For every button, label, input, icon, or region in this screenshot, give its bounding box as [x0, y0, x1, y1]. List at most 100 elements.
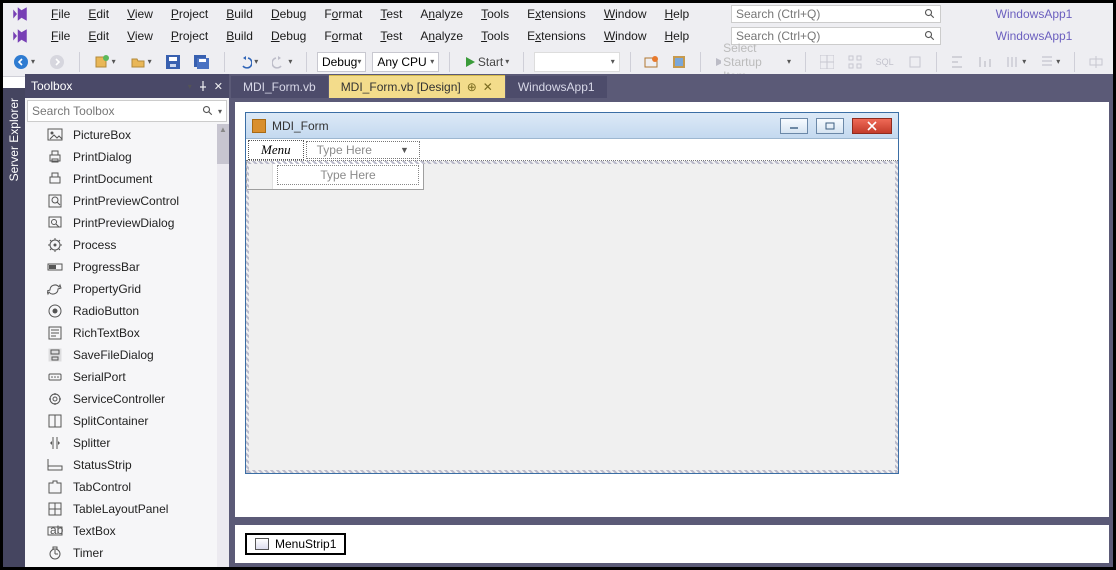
toolbox-search-dd[interactable]: ▾	[218, 107, 222, 116]
menu-project-2[interactable]: Project	[171, 29, 208, 43]
toolbox-item-statusstrip[interactable]: StatusStrip	[25, 454, 229, 476]
toolbox-item-textbox[interactable]: abTextBox	[25, 520, 229, 542]
menu-tools[interactable]: Tools	[481, 7, 509, 21]
menu-project[interactable]: Project	[171, 7, 208, 21]
menu-view-2[interactable]: View	[127, 29, 153, 43]
platform-combo[interactable]: Any CPU▾	[372, 52, 439, 72]
tb-icon-1[interactable]	[640, 53, 662, 71]
align-icon-1[interactable]	[946, 53, 968, 71]
menu-dropdown[interactable]: Type Here	[246, 161, 424, 190]
save-button[interactable]	[162, 53, 184, 71]
menu-extensions-2[interactable]: Extensions	[527, 29, 586, 43]
scrollbar-track[interactable]	[217, 124, 229, 567]
toolbox-item-tablelayoutpanel[interactable]: TableLayoutPanel	[25, 498, 229, 520]
scrollbar-thumb[interactable]: ▲	[217, 124, 229, 164]
toolbox-search[interactable]: Search Toolbox ▾	[27, 100, 227, 122]
minimize-button[interactable]	[780, 118, 808, 134]
server-explorer-collapsed[interactable]: Server Explorer	[3, 88, 25, 567]
menustrip[interactable]: Menu Type Here▼	[246, 139, 898, 161]
toolbox-item-serialport[interactable]: SerialPort	[25, 366, 229, 388]
menu-analyze-2[interactable]: Analyze	[420, 29, 463, 43]
close-icon[interactable]: ✕	[214, 80, 223, 93]
toolbox-item-printpreviewcontrol[interactable]: PrintPreviewControl	[25, 190, 229, 212]
menu-analyze[interactable]: Analyze	[420, 7, 463, 21]
menu-view[interactable]: View	[127, 7, 153, 21]
menu-debug[interactable]: Debug	[271, 7, 306, 21]
redo-button[interactable]: ▾	[268, 53, 296, 71]
toolbox-item-progressbar[interactable]: ProgressBar	[25, 256, 229, 278]
new-project-button[interactable]: ▾	[90, 52, 120, 72]
tab-close-icon[interactable]: ✕	[483, 80, 493, 94]
tab-mdiform-vb[interactable]: MDI_Form.vb	[231, 76, 328, 98]
toolbox-item-process[interactable]: Process	[25, 234, 229, 256]
menu-window-2[interactable]: Window	[604, 29, 647, 43]
menu-item-menu[interactable]: Menu	[248, 140, 304, 160]
toolbox-item-printpreviewdialog[interactable]: PrintPreviewDialog	[25, 212, 229, 234]
nav-fwd-button[interactable]	[45, 52, 69, 72]
config-combo[interactable]: Debug▾	[317, 52, 366, 72]
align-icon-5[interactable]	[1085, 53, 1107, 71]
menu-build-2[interactable]: Build	[226, 29, 253, 43]
toolbox-item-printdocument[interactable]: PrintDocument	[25, 168, 229, 190]
align-icon-2[interactable]	[974, 53, 996, 71]
tray-item-menustrip1[interactable]: MenuStrip1	[245, 533, 346, 555]
menu-format[interactable]: Format	[324, 7, 362, 21]
nav-back-button[interactable]: ▾	[9, 52, 39, 72]
tab-pin-icon[interactable]: ⊕	[467, 80, 477, 94]
component-tray[interactable]: MenuStrip1	[235, 521, 1109, 563]
menu-edit[interactable]: Edit	[88, 7, 109, 21]
start-button[interactable]: Start▾	[460, 53, 513, 71]
open-button[interactable]: ▾	[126, 52, 156, 72]
layout-icon-1[interactable]	[816, 53, 838, 71]
form-preview[interactable]: MDI_Form Menu Type Here▼ Typ	[245, 112, 899, 474]
toolbox-item-propertygrid[interactable]: PropertyGrid	[25, 278, 229, 300]
menu-file-2[interactable]: File	[51, 29, 70, 43]
maximize-button[interactable]	[816, 118, 844, 134]
toolbox-item-splitcontainer[interactable]: SplitContainer	[25, 410, 229, 432]
toolbox-dropdown-icon[interactable]: ▾	[188, 82, 192, 91]
toolbox-item-savefiledialog[interactable]: SaveFileDialog	[25, 344, 229, 366]
menu-type-here-top[interactable]: Type Here▼	[306, 141, 420, 159]
toolbox-item-servicecontroller[interactable]: ServiceController	[25, 388, 229, 410]
align-icon-4[interactable]: ▾	[1036, 53, 1064, 71]
pin-icon[interactable]	[198, 81, 208, 91]
toolbox-item-label: RadioButton	[73, 304, 139, 318]
menu-format-2[interactable]: Format	[324, 29, 362, 43]
menu-edit-2[interactable]: Edit	[88, 29, 109, 43]
menubar-row-2: File Edit View Project Build Debug Forma…	[3, 25, 1113, 47]
menu-debug-2[interactable]: Debug	[271, 29, 306, 43]
toolbox-item-richtextbox[interactable]: RichTextBox	[25, 322, 229, 344]
chevron-down-icon[interactable]: ▼	[400, 145, 409, 155]
tb-icon-2[interactable]	[668, 53, 690, 71]
save-all-button[interactable]	[190, 53, 214, 71]
tab-mdiform-design[interactable]: MDI_Form.vb [Design] ⊕ ✕	[329, 75, 505, 98]
undo-button[interactable]: ▾	[234, 53, 262, 71]
menu-tools-2[interactable]: Tools	[481, 29, 509, 43]
layout-icon-sql[interactable]: SQL	[872, 55, 898, 69]
toolbox-item-printdialog[interactable]: PrintDialog	[25, 146, 229, 168]
process-combo[interactable]: ▾	[534, 52, 620, 72]
menu-extensions[interactable]: Extensions	[527, 7, 586, 21]
toolbox-item-radiobutton[interactable]: RadioButton	[25, 300, 229, 322]
menu-help[interactable]: Help	[665, 7, 690, 21]
menu-help-2[interactable]: Help	[665, 29, 690, 43]
form-body[interactable]: Menu Type Here▼ Type Here	[246, 139, 898, 473]
toolbox-item-picturebox[interactable]: PictureBox	[25, 124, 229, 146]
menu-test[interactable]: Test	[380, 7, 402, 21]
toolbox-item-splitter[interactable]: Splitter	[25, 432, 229, 454]
designer-surface[interactable]: MDI_Form Menu Type Here▼ Typ	[235, 102, 1109, 517]
toolbox-item-timer[interactable]: Timer	[25, 542, 229, 564]
toolbox-item-tabcontrol[interactable]: TabControl	[25, 476, 229, 498]
layout-icon-2[interactable]	[844, 53, 866, 71]
menu-test-2[interactable]: Test	[380, 29, 402, 43]
savefiledialog-icon	[47, 347, 63, 363]
align-icon-3[interactable]: ▾	[1002, 53, 1030, 71]
menu-build[interactable]: Build	[226, 7, 253, 21]
search-box-1[interactable]: Search (Ctrl+Q)	[731, 5, 941, 23]
layout-icon-3[interactable]	[904, 53, 926, 71]
menu-file[interactable]: File	[51, 7, 70, 21]
menu-type-here-drop[interactable]: Type Here	[277, 165, 419, 185]
menu-window[interactable]: Window	[604, 7, 647, 21]
tab-windowsapp1[interactable]: WindowsApp1	[506, 76, 607, 98]
close-button[interactable]	[852, 118, 892, 134]
